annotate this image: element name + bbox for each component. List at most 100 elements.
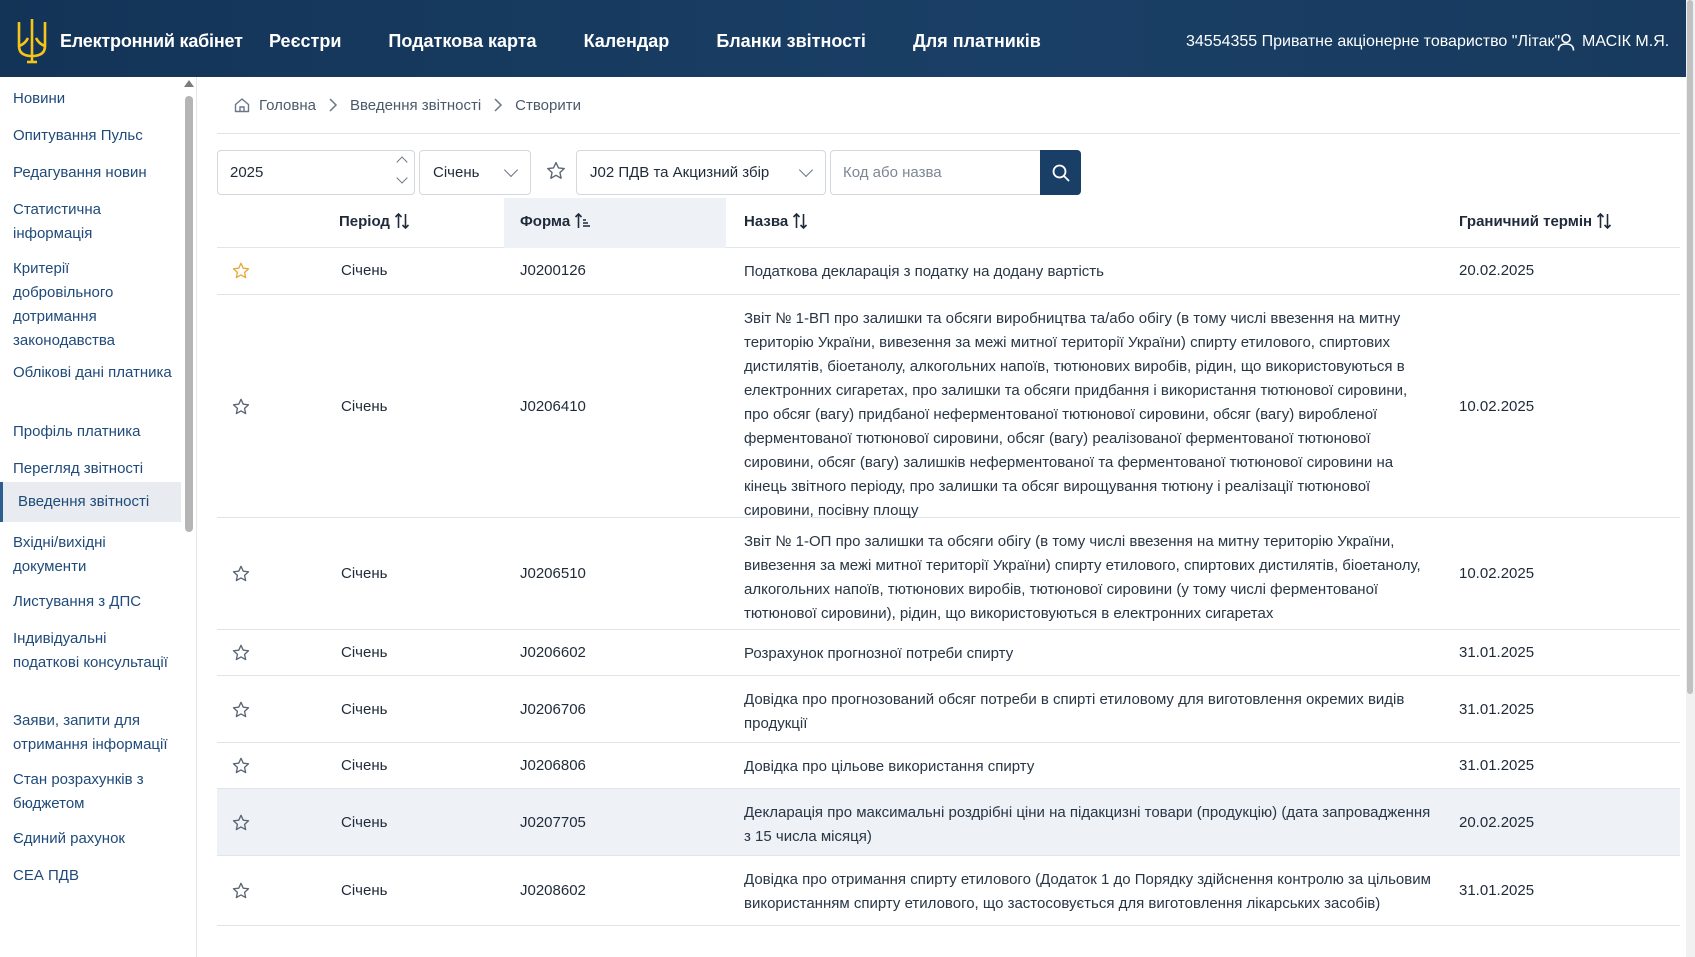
row-report-name[interactable]: Податкова декларація з податку на додану… (744, 260, 1436, 284)
row-form-code[interactable]: J0208602 (520, 882, 586, 899)
row-deadline: 31.01.2025 (1459, 882, 1535, 899)
sidebar-item-compliance-criteria[interactable]: Критерії добровільного дотримання законо… (13, 257, 173, 353)
top-navigation-bar: Електронний кабінет Реєстри Податкова ка… (0, 0, 1686, 77)
row-deadline: 31.01.2025 (1459, 644, 1535, 661)
sidebar-item-view-reports[interactable]: Перегляд звітності (13, 457, 173, 481)
sidebar-item-statistics[interactable]: Статистична інформація (13, 198, 173, 246)
chevron-down-icon (503, 162, 519, 178)
table-row[interactable]: Січень J0207705 Декларація про максимальні… (217, 789, 1680, 856)
row-report-name[interactable]: Звіт № 1-ОП про залишки та обсяги обігу … (744, 530, 1436, 626)
favorite-star-icon[interactable] (231, 397, 251, 417)
year-stepper[interactable]: 2025 (217, 150, 415, 195)
row-deadline: 31.01.2025 (1459, 701, 1535, 718)
row-form-code[interactable]: J0207705 (520, 814, 586, 831)
favorite-star-icon[interactable] (231, 643, 251, 663)
nav-report-forms[interactable]: Бланки звітності (716, 31, 866, 52)
row-form-code[interactable]: J0206706 (520, 701, 586, 718)
breadcrumb-enter-reports[interactable]: Введення звітності (350, 97, 481, 114)
row-form-code[interactable]: J0200126 (520, 262, 586, 279)
row-form-code[interactable]: J0206510 (520, 565, 586, 582)
row-period: Січень (341, 644, 388, 661)
brand-title[interactable]: Електронний кабінет (60, 31, 243, 52)
row-report-name[interactable]: Довідка про отримання спирту етилового (… (744, 868, 1436, 916)
page-scrollbar-thumb[interactable] (1687, 0, 1693, 694)
search-input[interactable] (843, 164, 1033, 181)
sidebar-item-documents[interactable]: Вхідні/вихідні документи (13, 531, 173, 579)
month-select[interactable]: Січень (419, 150, 531, 195)
column-label: Назва (744, 212, 789, 230)
sidebar-item-single-account[interactable]: Єдиний рахунок (13, 827, 173, 851)
sidebar-item-enter-reports[interactable]: Введення звітності (0, 482, 181, 522)
chevron-right-icon (329, 98, 338, 112)
breadcrumb-divider (217, 133, 1680, 134)
sidebar-scrollbar-thumb[interactable] (185, 96, 193, 532)
user-menu[interactable]: МАСІК М.Я. (1556, 32, 1669, 52)
sort-icon (1597, 212, 1612, 230)
sidebar-scroll-up-icon[interactable] (184, 80, 194, 87)
row-deadline: 31.01.2025 (1459, 757, 1535, 774)
search-button[interactable] (1040, 150, 1081, 195)
trident-logo-icon[interactable] (16, 16, 48, 64)
sidebar-item-payer-profile[interactable]: Профіль платника (13, 420, 173, 444)
nav-for-payers[interactable]: Для платників (913, 31, 1041, 52)
row-form-code[interactable]: J0206410 (520, 398, 586, 415)
favorite-star-icon[interactable] (231, 261, 251, 281)
column-header-name[interactable]: Назва (744, 212, 808, 230)
sidebar-item-pulse-survey[interactable]: Опитування Пульс (13, 124, 173, 148)
sidebar-item-sea-pdv[interactable]: СЕА ПДВ (13, 864, 173, 888)
row-deadline: 10.02.2025 (1459, 565, 1535, 582)
column-header-form[interactable]: Форма (520, 212, 591, 230)
favorites-filter-star-icon[interactable] (545, 160, 567, 182)
user-name: МАСІК М.Я. (1582, 33, 1670, 50)
table-row[interactable]: Січень J0208602 Довідка про отримання спир… (217, 856, 1680, 926)
company-name[interactable]: 34554355 Приватне акціонерне товариство … (1186, 33, 1560, 51)
row-period: Січень (341, 757, 388, 774)
sidebar-item-budget-settlements[interactable]: Стан розрахунків з бюджетом (13, 768, 173, 816)
column-label: Період (339, 212, 390, 230)
sidebar-item-info-requests[interactable]: Заяви, запити для отримання інформації (13, 709, 173, 757)
row-report-name[interactable]: Звіт № 1-ВП про залишки та обсяги виробн… (744, 307, 1436, 523)
nav-tax-map[interactable]: Податкова карта (388, 31, 536, 52)
home-icon[interactable] (233, 96, 251, 114)
row-report-name[interactable]: Довідка про прогнозований обсяг потреби … (744, 688, 1436, 736)
row-period: Січень (341, 398, 388, 415)
row-period: Січень (341, 814, 388, 831)
row-form-code[interactable]: J0206602 (520, 644, 586, 661)
table-row[interactable]: Січень J0206806 Довідка про цільове викори… (217, 743, 1680, 789)
row-report-name[interactable]: Декларація про максимальні роздрібні цін… (744, 801, 1436, 849)
year-value: 2025 (230, 164, 264, 181)
search-field[interactable] (830, 150, 1040, 195)
sort-ascending-icon (575, 212, 591, 228)
sidebar-item-edit-news[interactable]: Редагування новин (13, 161, 173, 185)
table-row[interactable]: Січень J0206706 Довідка про прогнозований … (217, 676, 1680, 743)
decrement-icon[interactable] (396, 172, 408, 184)
main-nav: Реєстри Податкова карта Календар Бланки … (269, 31, 1088, 52)
column-header-period[interactable]: Період (339, 212, 410, 230)
table-row[interactable]: Січень J0200126 Податкова декларація з под… (217, 247, 1680, 295)
column-header-deadline[interactable]: Граничний термін (1459, 212, 1612, 230)
favorite-star-icon[interactable] (231, 564, 251, 584)
sort-icon (394, 212, 410, 230)
sidebar-item-payer-account-data[interactable]: Облікові дані платника (13, 361, 173, 385)
report-group-select[interactable]: J02 ПДВ та Акцизний збір (576, 150, 826, 195)
increment-icon[interactable] (396, 156, 408, 168)
sidebar-item-dps-correspondence[interactable]: Листування з ДПС (13, 590, 173, 614)
sidebar-item-news[interactable]: Новини (13, 87, 173, 111)
table-row[interactable]: Січень J0206410 Звіт № 1-ВП про залишки та… (217, 295, 1680, 519)
sidebar-item-tax-consultations[interactable]: Індивідуальні податкові консультації (13, 627, 173, 675)
favorite-star-icon[interactable] (231, 700, 251, 720)
favorite-star-icon[interactable] (231, 881, 251, 901)
table-row[interactable]: Січень J0206510 Звіт № 1-ОП про залишки та… (217, 518, 1680, 630)
favorite-star-icon[interactable] (231, 813, 251, 833)
column-label: Граничний термін (1459, 212, 1593, 230)
row-form-code[interactable]: J0206806 (520, 757, 586, 774)
row-report-name[interactable]: Розрахунок прогнозної потреби спирту (744, 642, 1436, 666)
favorite-star-icon[interactable] (231, 756, 251, 776)
nav-registries[interactable]: Реєстри (269, 31, 341, 52)
table-row[interactable]: Січень J0206602 Розрахунок прогнозної потр… (217, 630, 1680, 676)
chevron-right-icon (494, 98, 503, 112)
breadcrumb-home[interactable]: Головна (259, 97, 316, 114)
nav-calendar[interactable]: Календар (584, 31, 670, 52)
user-icon (1557, 33, 1575, 51)
row-report-name[interactable]: Довідка про цільове використання спирту (744, 755, 1436, 779)
